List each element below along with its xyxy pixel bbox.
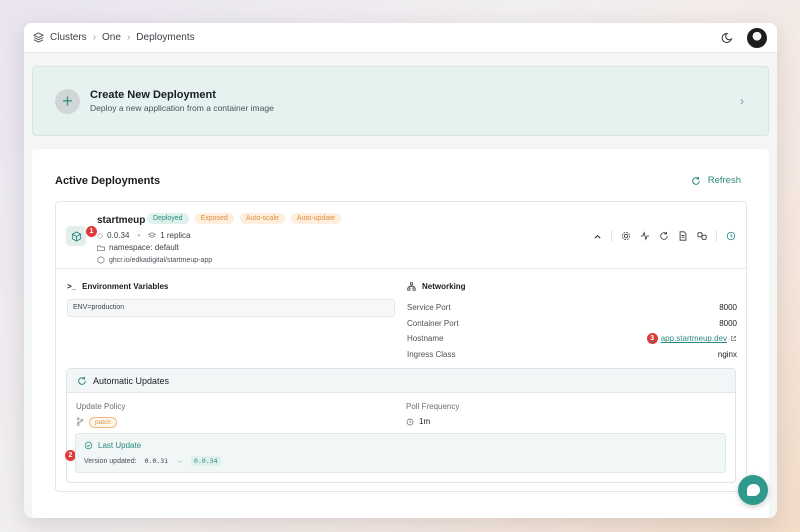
version-updated-label: Version updated: [84,457,137,465]
container-port-value: 8000 [719,318,737,328]
restart-icon[interactable] [659,231,669,241]
cube-icon [66,226,86,246]
create-deployment-title: Create New Deployment [90,89,216,101]
deployment-actions [592,230,736,242]
external-link-icon [731,336,736,342]
badge-group: Deployed Exposed Auto-scale Auto-update [147,213,342,224]
image-value: ghcr.io/edkadigital/startmeup-app [109,256,213,264]
create-deployment-card[interactable]: + Create New Deployment Deploy a new app… [32,66,769,136]
link-icon[interactable] [697,231,707,241]
chat-icon [746,484,760,496]
deployment-header: 1 startmeup Deployed Exposed Auto-scale … [56,202,746,269]
chevron-right-icon: › [740,94,744,108]
breadcrumb-deployments: Deployments [136,32,195,43]
divider [611,230,612,242]
deployment-card: 1 startmeup Deployed Exposed Auto-scale … [55,201,747,492]
settings-icon[interactable] [621,231,631,241]
app-window: Clusters › One › Deployments + Create Ne… [24,23,777,518]
hostname-link[interactable]: 3 app.startmeup.dev [646,333,737,345]
package-icon [97,256,105,264]
policy-badge: patch [89,417,117,428]
image-row: ghcr.io/edkadigital/startmeup-app [97,256,212,264]
layers-icon [148,231,157,238]
chevron-right-icon: › [126,32,131,43]
tag-icon: ◇ [97,231,104,240]
history-icon[interactable] [726,231,736,241]
terminal-icon: >_ [67,282,77,291]
logs-icon[interactable] [678,231,688,241]
hostname-label: Hostname [407,334,444,344]
service-port-label: Service Port [407,303,451,313]
networking-table: Service Port 8000 Container Port 8000 Ho… [407,300,737,362]
automatic-updates-card: Automatic Updates Update Policy patch Po… [65,368,736,483]
create-deployment-subtitle: Deploy a new application from a containe… [90,103,274,113]
env-variables-box: ENV=production [67,299,395,317]
replica-count: 1 replica [160,231,191,240]
last-update-title: Last Update [84,441,141,450]
automatic-updates-title: Automatic Updates [93,375,170,386]
status-badge-autoscale: Auto-scale [239,213,285,224]
last-update-title-text: Last Update [98,441,142,450]
annotation-marker-1: 1 [86,226,97,237]
networking-title-text: Networking [422,282,466,291]
refresh-icon [78,376,86,385]
status-badge-autoupdate: Auto-update [290,213,342,224]
plus-icon: + [55,88,80,114]
namespace-row: namespace: default [97,243,179,252]
ingress-class-label: Ingress Class [407,349,456,359]
activity-icon[interactable] [640,231,650,241]
env-title-text: Environment Variables [82,282,169,291]
network-icon [407,282,416,291]
poll-frequency-value: 1m [419,417,431,426]
poll-frequency-label: Poll Frequency [406,402,460,411]
git-branch-icon [76,417,84,426]
separator-dot: • [137,231,141,240]
arrow-right-icon: → [176,457,184,465]
service-port-row: Service Port 8000 [407,300,737,316]
new-version: 0.0.34 [191,456,221,466]
hostname-row: Hostname 3 app.startmeup.dev [407,331,737,347]
avatar[interactable] [747,27,767,48]
breadcrumb-clusters[interactable]: Clusters [50,32,87,43]
chevron-up-icon[interactable] [592,231,602,241]
clock-icon [406,418,414,425]
last-update-details: Version updated: 0.0.31 → 0.0.34 [84,456,221,466]
refresh-button[interactable]: Refresh [691,175,741,186]
namespace-value: namespace: default [109,243,179,252]
breadcrumb-one[interactable]: One [102,32,121,43]
moon-icon[interactable] [721,32,733,44]
update-policy-label: Update Policy [76,402,126,411]
status-badge-exposed: Exposed [194,213,234,224]
service-port-value: 8000 [719,303,737,313]
breadcrumb: Clusters › One › Deployments [33,32,195,43]
layers-icon [33,32,44,43]
container-port-label: Container Port [407,318,459,328]
section-title: Active Deployments [55,175,161,187]
automatic-updates-header: Automatic Updates [67,369,735,393]
refresh-label: Refresh [707,175,741,186]
chevron-right-icon: › [92,32,97,43]
folder-icon [97,245,105,251]
refresh-icon [691,176,700,185]
active-deployments-panel: Active Deployments Refresh 1 startmeup D… [32,149,769,518]
ingress-class-value: nginx [717,349,737,359]
networking-section-title: Networking [407,282,466,291]
old-version: 0.0.31 [144,457,169,465]
top-bar: Clusters › One › Deployments [24,23,777,53]
annotation-marker-3: 3 [646,333,658,345]
ingress-class-row: Ingress Class nginx [407,347,737,363]
container-port-row: Container Port 8000 [407,316,737,332]
version-row: ◇ 0.0.34 • 1 replica [97,231,190,240]
hostname-value: app.startmeup.dev [660,334,727,344]
status-badge-deployed: Deployed [147,213,189,224]
chat-button[interactable] [738,475,768,505]
last-update-box: Last Update Version updated: 0.0.31 → 0.… [75,433,726,473]
divider [716,230,717,242]
poll-frequency: 1m [406,417,430,426]
version-value: 0.0.34 [107,231,130,240]
check-circle-icon [84,441,93,450]
deployment-name: startmeup [97,215,146,226]
env-section-title: >_ Environment Variables [67,282,168,291]
